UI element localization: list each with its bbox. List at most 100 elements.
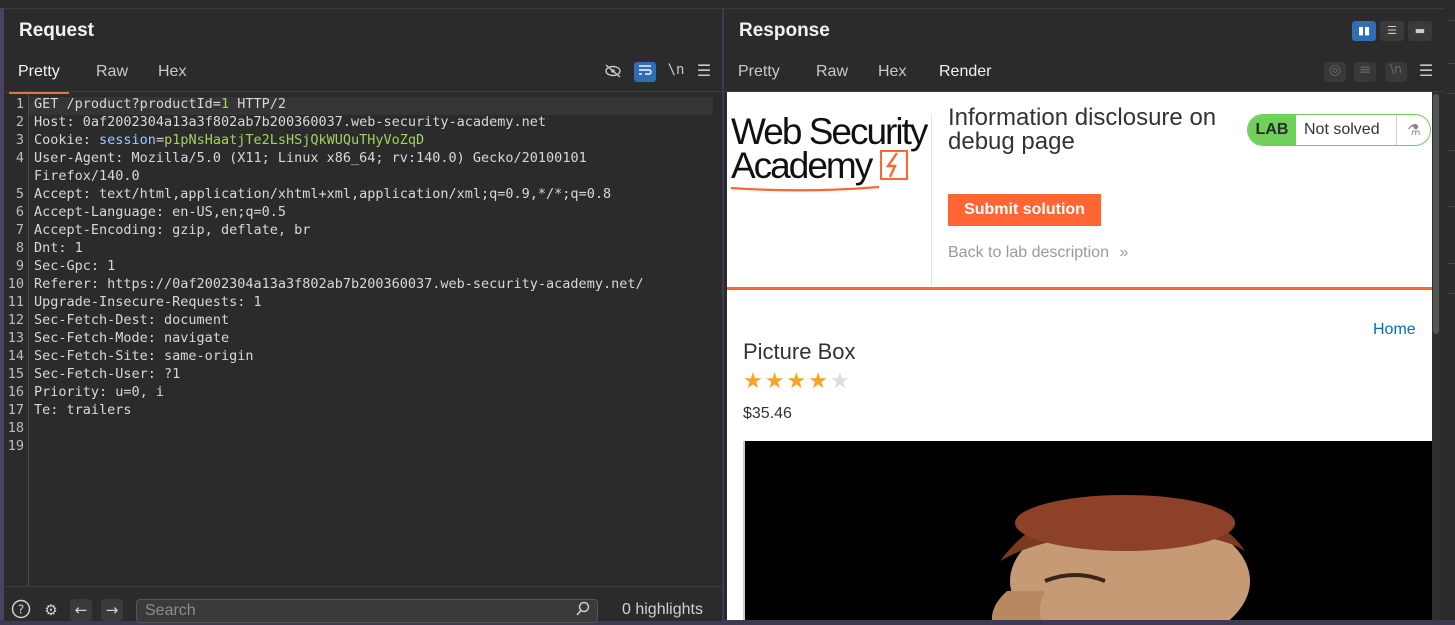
tab-hex[interactable]: Hex	[158, 61, 186, 91]
line-number: 9	[15, 258, 24, 274]
word-wrap-icon[interactable]	[634, 62, 656, 82]
menu-icon[interactable]: ☰	[694, 61, 714, 81]
status-text: Not solved	[1304, 121, 1380, 138]
star-empty-icon: ★	[829, 369, 852, 394]
line-number: 3	[15, 132, 24, 148]
line-number: 19	[7, 438, 24, 454]
product-title: Picture Box	[743, 339, 856, 364]
line-gutter: 1 2 3 4 5 6 7 8 9 10 11 12 13 14 15 16 17 18 19	[4, 94, 29, 586]
star-filled-icon: ★	[764, 369, 787, 394]
header-divider	[931, 114, 932, 286]
split-horizontal-icon[interactable]: ▮▮	[1352, 21, 1376, 41]
tab-raw[interactable]: Raw	[816, 61, 848, 91]
product-price: $35.46	[743, 405, 792, 422]
tab-pretty[interactable]: Pretty	[9, 61, 69, 94]
submit-solution-button[interactable]: Submit solution	[948, 194, 1101, 226]
code-line: Accept: text/html,application/xhtml+xml,…	[34, 186, 611, 202]
code-token: Te:	[34, 402, 67, 418]
home-link[interactable]: Home	[1373, 321, 1416, 339]
render-scrollbar[interactable]	[1432, 92, 1440, 620]
code-line: Referer: https://0af2002304a13a3f802ab7b…	[34, 276, 644, 292]
code-line: Sec-Gpc: 1	[34, 258, 115, 274]
search-input[interactable]: Search	[136, 599, 598, 623]
code-token: Accept-Encoding:	[34, 222, 173, 238]
response-tabs: Pretty Raw Hex Render ◎ ≡ \n ☰	[724, 61, 1445, 94]
request-footer: ? ⚙ ← → Search 0 highlights	[4, 586, 722, 623]
lab-status-badge: LAB Not solved ⚗	[1247, 114, 1431, 146]
code-token: gzip, deflate, br	[172, 222, 311, 238]
code-line: Accept-Encoding: gzip, deflate, br	[34, 222, 310, 238]
newline-toggle[interactable]: \n	[664, 62, 688, 82]
tab-pretty[interactable]: Pretty	[738, 61, 780, 91]
menu-icon[interactable]: ☰	[1416, 61, 1436, 81]
help-icon[interactable]: ?	[10, 599, 32, 621]
code-token: Mozilla/5.0 (X11; Linux x86_64; rv:140.0…	[131, 150, 587, 166]
line-number: 7	[15, 222, 24, 238]
code-token: Accept:	[34, 186, 100, 202]
back-to-lab-link[interactable]: Back to lab description »	[948, 244, 1128, 262]
star-filled-icon: ★	[808, 369, 830, 394]
tab-raw[interactable]: Raw	[96, 61, 128, 91]
web-security-academy-logo: Web Security Academy	[731, 112, 931, 192]
code-token: Referer:	[34, 276, 108, 292]
back-arrow-icon[interactable]: ←	[70, 599, 92, 621]
scrollbar-thumb[interactable]	[1433, 94, 1439, 334]
code-token: 1	[107, 258, 116, 274]
line-number: 8	[15, 240, 24, 256]
code-line: Te: trailers	[34, 402, 132, 418]
right-side-panel	[1445, 8, 1455, 620]
code-token: Upgrade-Insecure-Requests:	[34, 294, 254, 310]
lab-label: LAB	[1248, 115, 1296, 145]
hide-eye-icon[interactable]	[602, 63, 624, 83]
code-line: Sec-Fetch-Site: same-origin	[34, 348, 253, 364]
code-token: p1pNsHaatjTe2LsHSjQkWUQuTHyVoZqD	[164, 132, 425, 148]
code-line: Firefox/140.0	[34, 168, 140, 184]
tab-render[interactable]: Render	[925, 61, 1006, 94]
code-line: Dnt: 1	[34, 240, 83, 256]
split-vertical-icon[interactable]: ☰	[1380, 21, 1404, 41]
code-token: 1	[253, 294, 262, 310]
product-photo	[745, 441, 1432, 620]
code-token: navigate	[164, 330, 230, 346]
line-number: 15	[7, 366, 24, 382]
code-token: 1	[74, 240, 83, 256]
code-token: Host:	[34, 114, 83, 130]
line-number: 16	[7, 384, 24, 400]
code-token: Firefox/140.0	[34, 168, 140, 184]
line-number: 6	[15, 204, 24, 220]
word-wrap-icon: ≡	[1354, 62, 1376, 82]
code-token: Sec-Fetch-Site:	[34, 348, 165, 364]
settings-gear-icon[interactable]: ⚙	[40, 599, 62, 621]
star-filled-icon: ★	[743, 369, 765, 394]
forward-arrow-icon[interactable]: →	[101, 599, 123, 621]
tab-hex[interactable]: Hex	[878, 61, 906, 91]
line-number: 11	[7, 294, 24, 310]
logo-bolt-icon	[880, 150, 908, 180]
code-token: Sec-Gpc:	[34, 258, 108, 274]
header-orange-bar	[727, 287, 1432, 290]
code-line: Sec-Fetch-Dest: document	[34, 312, 229, 328]
single-pane-icon[interactable]: ▬	[1408, 21, 1432, 41]
line-number: 2	[15, 114, 24, 130]
code-line: Sec-Fetch-Mode: navigate	[34, 330, 229, 346]
window-top-strip	[0, 0, 1455, 9]
line-number: 10	[7, 276, 24, 292]
code-token: 0af2002304a13a3f802ab7b200360037.web-sec…	[82, 114, 547, 130]
line-number: 4	[15, 150, 24, 166]
response-pane: Response ▮▮ ☰ ▬ Pretty Raw Hex Render ◎ …	[724, 9, 1445, 620]
code-line: Cookie: session=p1pNsHaatjTe2LsHSjQkWUQu…	[34, 132, 424, 148]
code-token: ?1	[164, 366, 181, 382]
search-icon	[575, 601, 591, 621]
back-link-label: Back to lab description	[948, 244, 1109, 261]
line-number: 12	[7, 312, 24, 328]
code-token: Sec-Fetch-Mode:	[34, 330, 165, 346]
line-number: 1	[15, 96, 24, 112]
hide-eye-icon: ◎	[1324, 62, 1346, 82]
request-editor[interactable]: 1 2 3 4 5 6 7 8 9 10 11 12 13 14 15 16 17 18 19 GET /produ…	[4, 94, 722, 586]
logo-underline	[731, 185, 880, 192]
code-line: Priority: u=0, i	[34, 384, 164, 400]
rating-stars: ★★★★★	[743, 369, 852, 394]
product-image	[743, 441, 1432, 620]
code-token: =	[155, 132, 165, 148]
code-token: trailers	[66, 402, 132, 418]
